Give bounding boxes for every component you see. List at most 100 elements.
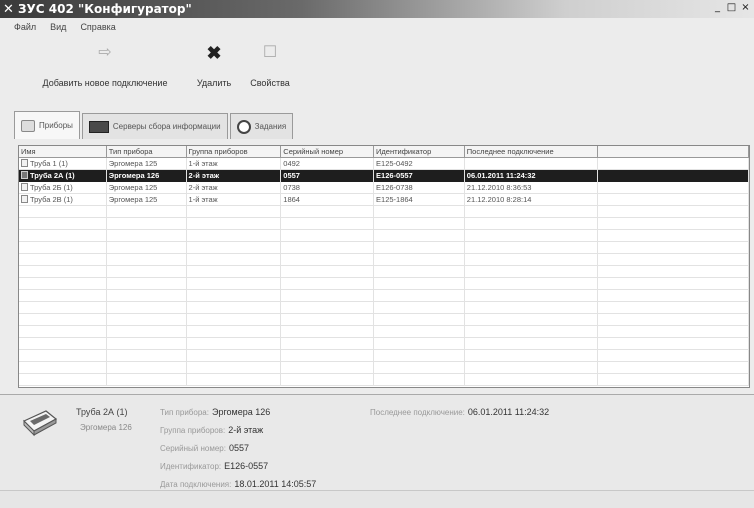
delete-button[interactable]: ✖ Удалить [190, 42, 238, 94]
properties-button[interactable]: ☐ Свойства [240, 42, 300, 94]
empty-cell [465, 326, 599, 338]
maximize-button[interactable]: □ [725, 2, 738, 15]
table-cell-text: Труба 1 (1) [30, 159, 68, 168]
empty-cell [598, 326, 749, 338]
empty-cell [598, 302, 749, 314]
empty-cell [281, 302, 375, 314]
column-header-group[interactable]: Группа приборов [187, 146, 282, 158]
empty-cell [598, 374, 749, 386]
table-cell-group: 1-й этаж [187, 158, 282, 170]
details-field-value: 0557 [228, 443, 249, 453]
empty-cell [465, 338, 599, 350]
empty-cell [19, 338, 107, 350]
table-cell-id: E126-0738 [374, 182, 465, 194]
tab-tasks[interactable]: Задания [229, 113, 294, 139]
empty-cell [107, 206, 187, 218]
device-row-icon [21, 183, 28, 191]
empty-cell [374, 230, 465, 242]
empty-cell [281, 242, 375, 254]
device-icon [21, 119, 35, 132]
add-connection-button[interactable]: ⇨ Добавить новое подключение [20, 42, 190, 94]
table-cell-id: E126-0557 [374, 170, 465, 182]
empty-cell [19, 218, 107, 230]
empty-row [19, 338, 749, 350]
empty-cell [374, 218, 465, 230]
empty-row [19, 326, 749, 338]
menu-view[interactable]: Вид [50, 22, 66, 32]
table-cell-last: 06.01.2011 11:24:32 [464, 170, 599, 182]
empty-cell [107, 254, 187, 266]
table-cell-text: E125-0492 [376, 159, 413, 168]
empty-cell [187, 302, 282, 314]
details-field: Идентификатор: E126-0557 [160, 461, 268, 471]
table-cell-text: E126-0557 [376, 171, 413, 180]
empty-cell [281, 374, 375, 386]
empty-cell [19, 290, 107, 302]
empty-cell [19, 374, 107, 386]
empty-cell [187, 362, 282, 374]
empty-cell [107, 374, 187, 386]
devices-list[interactable]: Имя Тип прибора Группа приборов Серийный… [18, 145, 750, 388]
empty-cell [107, 230, 187, 242]
empty-cell [598, 254, 749, 266]
empty-cell [19, 314, 107, 326]
details-field-label: Тип прибора: [160, 408, 209, 417]
details-last-connection: Последнее подключение: 06.01.2011 11:24:3… [370, 407, 549, 417]
empty-cell [187, 218, 282, 230]
empty-cell [598, 206, 749, 218]
column-header-type[interactable]: Тип прибора [107, 146, 187, 158]
table-cell-name: Труба 2Б (1) [19, 182, 107, 194]
device-row-icon [21, 171, 28, 179]
empty-cell [19, 278, 107, 290]
empty-cell [19, 206, 107, 218]
title-bar[interactable]: ✕ ЗУС 402 "Конфигуратор" _ □ × [0, 0, 754, 18]
tab-servers[interactable]: Серверы сбора информации [81, 113, 228, 139]
table-cell-last: 21.12.2010 8:36:53 [465, 182, 599, 194]
table-row[interactable]: Труба 2В (1) Эргомера 125 1-й этаж 1864 E125… [19, 194, 749, 206]
table-cell-serial: 0557 [281, 170, 375, 182]
empty-cell [107, 362, 187, 374]
close-button[interactable]: × [739, 2, 752, 15]
table-cell-text: 21.12.2010 8:36:53 [466, 183, 532, 192]
details-field: Дата подключения: 18.01.2011 14:05:57 [160, 479, 316, 489]
empty-cell [598, 350, 749, 362]
empty-row [19, 230, 749, 242]
menu-help[interactable]: Справка [80, 22, 115, 32]
empty-cell [598, 278, 749, 290]
table-cell-text: Труба 2А (1) [30, 171, 75, 180]
column-header-name[interactable]: Имя [19, 146, 107, 158]
empty-cell [374, 242, 465, 254]
table-row[interactable]: Труба 2А (1) Эргомера 126 2-й этаж 0557 E126… [19, 170, 749, 182]
column-header-last[interactable]: Последнее подключение [465, 146, 599, 158]
empty-cell [187, 206, 282, 218]
column-header-serial[interactable]: Серийный номер [281, 146, 375, 158]
table-row[interactable]: Труба 2Б (1) Эргомера 125 2-й этаж 0738 E126… [19, 182, 749, 194]
table-cell-text: 1-й этаж [188, 195, 218, 204]
tab-devices[interactable]: Приборы [14, 111, 80, 139]
minimize-button[interactable]: _ [711, 2, 724, 15]
empty-cell [374, 362, 465, 374]
details-device-type: Эргомера 126 [80, 423, 132, 432]
empty-cell [465, 374, 599, 386]
empty-cell [19, 362, 107, 374]
column-header-id[interactable]: Идентификатор [374, 146, 465, 158]
empty-cell [19, 230, 107, 242]
device-row-icon [21, 195, 28, 203]
empty-cell [465, 266, 599, 278]
table-row[interactable]: Труба 1 (1) Эргомера 125 1-й этаж 0492 E125-… [19, 158, 749, 170]
empty-cell [465, 242, 599, 254]
tab-strip: Приборы Серверы сбора информации Задания [14, 111, 295, 139]
details-field-value: Эргомера 126 [211, 407, 271, 417]
empty-cell [19, 266, 107, 278]
menu-file[interactable]: Файл [14, 22, 36, 32]
table-cell-id: E125-1864 [374, 194, 465, 206]
empty-cell [374, 302, 465, 314]
table-cell-serial: 1864 [281, 194, 375, 206]
table-cell-text: 0738 [283, 183, 300, 192]
empty-cell [281, 254, 375, 266]
details-field-value: 18.01.2011 14:05:57 [234, 479, 317, 489]
empty-row [19, 278, 749, 290]
column-header-empty [598, 146, 749, 158]
empty-cell [19, 350, 107, 362]
table-cell-last [465, 158, 599, 170]
